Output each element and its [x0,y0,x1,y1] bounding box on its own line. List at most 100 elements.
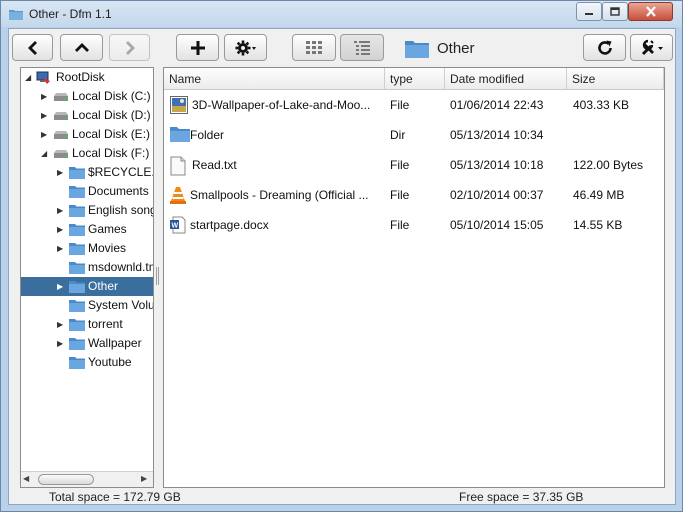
panel-splitter[interactable] [154,67,162,488]
scroll-left-icon[interactable]: ◀ [23,474,29,483]
file-name: Folder [190,128,225,142]
column-header-type[interactable]: type [385,68,445,90]
tree-item-rootdisk[interactable]: ◢ RootDisk [21,68,153,87]
folder-icon [69,262,85,274]
file-date: 05/10/2014 15:05 [450,218,544,232]
file-name: Smallpools - Dreaming (Official ... [190,188,369,202]
tree-item-msdownld-tmp[interactable]: msdownld.tmp [21,258,153,277]
drive-icon [54,112,68,120]
tree-item-local-disk-d[interactable]: ▶ Local Disk (D:) [21,106,153,125]
expand-right-icon[interactable]: ▶ [41,125,47,144]
tree-item-documents[interactable]: Documents [21,182,153,201]
tree-item-other[interactable]: ▶ Other [21,277,153,296]
tree-item-youtube[interactable]: Youtube [21,353,153,372]
tree-item-label: $RECYCLE.BIN [88,165,154,179]
folder-tree[interactable]: ◢ RootDisk ▶ Local Disk (C:) ▶ Local Disk (D:… [20,67,154,488]
file-date: 05/13/2014 10:34 [450,128,544,142]
expand-down-icon[interactable]: ◢ [25,68,31,87]
grid-view-button[interactable] [292,34,336,61]
tools-button[interactable] [630,34,673,61]
new-button[interactable] [176,34,219,61]
column-header-name[interactable]: Name [164,68,385,90]
expand-right-icon[interactable]: ▶ [57,334,63,353]
settings-button[interactable] [224,34,267,61]
file-row[interactable]: Folder Dir 05/13/2014 10:34 [164,120,664,150]
tree-item-recycle-bin[interactable]: ▶ $RECYCLE.BIN [21,163,153,182]
computer-icon [36,71,50,84]
plus-icon [190,40,205,55]
folder-icon [69,338,85,350]
expand-right-icon[interactable]: ▶ [57,163,63,182]
tree-item-local-disk-f[interactable]: ◢ Local Disk (F:) [21,144,153,163]
back-button[interactable] [12,34,53,61]
expand-right-icon[interactable]: ▶ [41,106,47,125]
minimize-icon [585,12,593,15]
back-icon [27,40,37,55]
tree-item-wallpaper[interactable]: ▶ Wallpaper [21,334,153,353]
file-name: startpage.docx [190,218,269,232]
tree-item-local-disk-e[interactable]: ▶ Local Disk (E:) [21,125,153,144]
title-bar[interactable]: Other - Dfm 1.1 [1,1,682,27]
expand-right-icon[interactable]: ▶ [57,201,63,220]
expand-right-icon[interactable]: ▶ [41,87,47,106]
drive-icon [54,131,68,139]
expand-right-icon[interactable]: ▶ [57,277,63,296]
tree-item-label: Movies [88,241,127,255]
expand-right-icon[interactable]: ▶ [57,315,63,334]
maximize-button[interactable] [602,2,628,21]
file-size: 403.33 KB [573,98,630,112]
tree-item-label: Other [88,279,119,293]
expand-right-icon[interactable]: ▶ [57,239,63,258]
folder-icon [69,281,85,293]
tree-horizontal-scrollbar[interactable]: ◀ ▶ [21,471,153,487]
file-type: File [390,188,410,202]
close-icon [645,6,656,17]
total-space-label: Total space = 172.79 GB [49,490,181,504]
vlc-icon [170,187,186,204]
tree-item-label: msdownld.tmp [88,260,153,274]
file-size: 14.55 KB [573,218,623,232]
file-row[interactable]: Smallpools - Dreaming (Official ... File 0… [164,180,664,210]
file-row[interactable]: 3D-Wallpaper-of-Lake-and-Moo... File 01/06… [164,90,664,120]
file-type: File [390,98,410,112]
file-list[interactable]: Name type Date modified Size 3D-Wallpape… [163,67,665,488]
list-view-icon [354,40,370,55]
folder-icon [69,224,85,236]
close-button[interactable] [628,2,673,21]
gear-icon [235,40,256,55]
file-date: 01/06/2014 22:43 [450,98,544,112]
file-row[interactable]: Read.txt File 05/13/2014 10:18 122.00 Bytes [164,150,664,180]
up-icon [74,42,89,52]
tree-item-games[interactable]: ▶ Games [21,220,153,239]
list-view-button[interactable] [340,34,384,61]
folder-icon [69,167,85,179]
column-header-size[interactable]: Size [567,68,664,90]
tools-icon [641,39,663,55]
file-size: 122.00 Bytes [573,158,644,172]
tree-item-movies[interactable]: ▶ Movies [21,239,153,258]
splitter-grip[interactable] [156,267,159,285]
minimize-button[interactable] [576,2,602,21]
tree-item-system-volume-information[interactable]: System Volume Information [21,296,153,315]
tree-item-label: Youtube [88,355,132,369]
file-name: Read.txt [192,158,237,172]
folder-icon [405,40,429,58]
folder-icon [170,127,190,142]
main-panel: Other ◢ RootDisk ▶ Local Disk (C:) ▶ Local Di… [8,28,676,505]
forward-button[interactable] [109,34,150,61]
file-size: 46.49 MB [573,188,625,202]
file-date: 02/10/2014 00:37 [450,188,544,202]
tree-item-english-songs[interactable]: ▶ English songs [21,201,153,220]
scrollbar-thumb[interactable] [38,474,94,485]
up-button[interactable] [60,34,103,61]
expand-right-icon[interactable]: ▶ [57,220,63,239]
drive-icon [54,150,68,158]
tree-item-torrent[interactable]: ▶ torrent [21,315,153,334]
scroll-right-icon[interactable]: ▶ [141,474,147,483]
column-header-date[interactable]: Date modified [445,68,567,90]
refresh-button[interactable] [583,34,626,61]
expand-down-icon[interactable]: ◢ [41,144,47,163]
tree-item-local-disk-c[interactable]: ▶ Local Disk (C:) [21,87,153,106]
folder-icon [69,243,85,255]
file-row[interactable]: Wstartpage.docx File 05/10/2014 15:05 14.55… [164,210,664,240]
